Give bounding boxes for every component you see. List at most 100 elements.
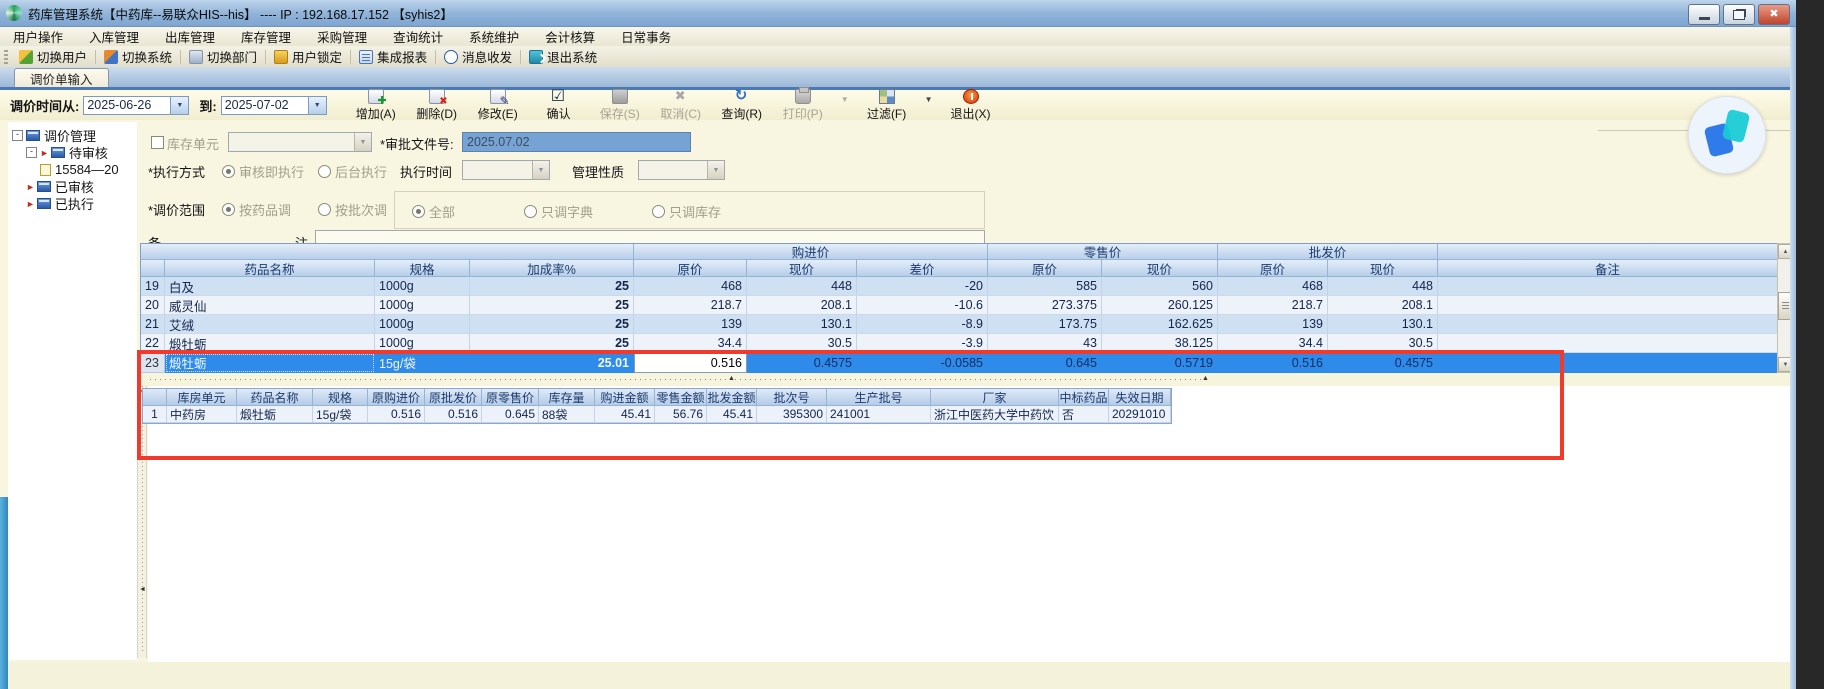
grid-cell[interactable]: 25.01	[470, 353, 634, 373]
grid-cell[interactable]: 130.1	[1328, 315, 1438, 334]
approval-no-field[interactable]: 2025.07.02	[462, 132, 691, 152]
grid-cell[interactable]: 218.7	[1218, 296, 1328, 315]
switch-user-button[interactable]: 切换用户	[12, 47, 94, 66]
exit-system-button[interactable]: 退出系统	[522, 47, 604, 66]
grid-cell[interactable]: -0.0585	[857, 353, 988, 373]
switch-dept-button[interactable]: 切换部门	[182, 47, 264, 66]
grid-cell[interactable]: 中药房	[167, 406, 237, 423]
grid-cell[interactable]: 20291010	[1109, 406, 1171, 423]
grid-cell[interactable]: 43	[988, 334, 1102, 353]
grid-cell[interactable]: 30.5	[747, 334, 857, 353]
grid-cell[interactable]: 45.41	[595, 406, 655, 423]
grid-cell[interactable]: 260.125	[1102, 296, 1218, 315]
grid-cell[interactable]: 0.4575	[1328, 353, 1438, 373]
grid-cell[interactable]: 208.1	[747, 296, 857, 315]
close-button[interactable]: ✖	[1758, 4, 1790, 25]
grid-cell[interactable]: 130.1	[747, 315, 857, 334]
grid-cell[interactable]: 88袋	[539, 406, 595, 423]
grid-cell[interactable]: 煅牡蛎	[237, 406, 313, 423]
delete-button[interactable]: 删除(D)	[414, 88, 460, 122]
date-to-dropdown-icon[interactable]	[308, 95, 327, 115]
table-row[interactable]: 21 艾绒 1000g 25 139 130.1 -8.9 173.75 162.625 139 1…	[141, 315, 1778, 334]
exec-time-combo[interactable]	[462, 160, 550, 180]
grid-cell[interactable]: 0.516	[368, 406, 425, 423]
grid-cell[interactable]: 560	[1102, 277, 1218, 296]
stock-unit-combo[interactable]	[228, 132, 372, 152]
table-row[interactable]: 19 白及 1000g 25 468 448 -20 585 560 468 448	[141, 277, 1778, 296]
grid-cell[interactable]: 585	[988, 277, 1102, 296]
minimize-button[interactable]	[1688, 4, 1720, 25]
collapse-left-icon[interactable]	[139, 586, 146, 593]
horizontal-splitter[interactable]	[140, 373, 1792, 386]
grid-cell[interactable]: 395300	[757, 406, 827, 423]
restore-button[interactable]	[1723, 4, 1755, 25]
grid-cell[interactable]: 20	[141, 296, 165, 315]
grid-cell[interactable]	[1438, 296, 1778, 315]
grid-cell[interactable]: 浙江中医药大学中药饮	[931, 406, 1059, 423]
grid-cell[interactable]: 0.516	[634, 353, 747, 373]
grid-cell[interactable]: 0.645	[988, 353, 1102, 373]
message-button[interactable]: 消息收发	[437, 47, 519, 66]
add-button[interactable]: 增加(A)	[353, 88, 399, 122]
date-from-dropdown-icon[interactable]	[171, 95, 190, 115]
report-button[interactable]: 集成报表	[352, 47, 434, 66]
grid-cell[interactable]: 56.76	[655, 406, 707, 423]
grid-cell[interactable]: 34.4	[634, 334, 747, 353]
date-from-picker[interactable]: 2025-06-26	[83, 95, 190, 115]
grid-cell[interactable]: 煅牡蛎	[165, 334, 375, 353]
table-row[interactable]: 22 煅牡蛎 1000g 25 34.4 30.5 -3.9 43 38.125 34.4 30.5	[141, 334, 1778, 353]
grid-cell[interactable]: 468	[634, 277, 747, 296]
grid-cell[interactable]: 1000g	[375, 296, 470, 315]
grid-cell[interactable]	[1438, 334, 1778, 353]
grid-cell[interactable]: 448	[1328, 277, 1438, 296]
manage-type-combo[interactable]	[638, 160, 725, 180]
grid-cell[interactable]: 否	[1059, 406, 1109, 423]
grid-cell[interactable]	[1438, 353, 1778, 373]
menu-item[interactable]: 日常事务	[608, 27, 684, 46]
grid-cell[interactable]: 25	[470, 296, 634, 315]
grid-cell[interactable]: 15g/袋	[375, 353, 470, 373]
dropdown-arrow-icon[interactable]	[532, 161, 549, 179]
collapse-up-icon[interactable]	[728, 375, 735, 382]
grid-cell[interactable]: 208.1	[1328, 296, 1438, 315]
exit-button[interactable]: 退出(X)	[948, 88, 994, 122]
grid-cell[interactable]: 0.516	[425, 406, 482, 423]
grid-cell[interactable]	[1438, 277, 1778, 296]
grid-cell[interactable]: 威灵仙	[165, 296, 375, 315]
grid-cell[interactable]: 艾绒	[165, 315, 375, 334]
collapse-up-icon[interactable]	[1202, 375, 1209, 382]
grid-cell[interactable]: 0.645	[482, 406, 539, 423]
grid-cell[interactable]: 139	[1218, 315, 1328, 334]
dropdown-arrow-icon[interactable]	[354, 133, 371, 151]
grid-cell[interactable]: 448	[747, 277, 857, 296]
table-row[interactable]: 20 威灵仙 1000g 25 218.7 208.1 -10.6 273.375 260.12…	[141, 296, 1778, 315]
menu-item[interactable]: 入库管理	[76, 27, 152, 46]
filter-button[interactable]: 过滤(F)	[864, 88, 910, 122]
grid-cell[interactable]: 煅牡蛎	[165, 353, 375, 373]
grid-cell[interactable]: 139	[634, 315, 747, 334]
grid-cell[interactable]: 45.41	[707, 406, 757, 423]
grid-cell[interactable]: 22	[141, 334, 165, 353]
dropdown-arrow-icon[interactable]	[707, 161, 724, 179]
grid-cell[interactable]: -3.9	[857, 334, 988, 353]
grid-cell[interactable]: 38.125	[1102, 334, 1218, 353]
grid-cell[interactable]: 23	[141, 353, 165, 373]
menu-item[interactable]: 会计核算	[532, 27, 608, 46]
grid-cell[interactable]: 1	[143, 406, 167, 423]
grid-cell[interactable]: 30.5	[1328, 334, 1438, 353]
menu-item[interactable]: 系统维护	[456, 27, 532, 46]
user-lock-button[interactable]: 用户锁定	[267, 47, 349, 66]
confirm-button[interactable]: 确认	[536, 86, 582, 122]
grid-cell[interactable]: 0.5719	[1102, 353, 1218, 373]
menu-item[interactable]: 出库管理	[152, 27, 228, 46]
grid-cell[interactable]: 273.375	[988, 296, 1102, 315]
switch-system-button[interactable]: 切换系统	[97, 47, 179, 66]
grid-cell[interactable]: 19	[141, 277, 165, 296]
menu-item[interactable]: 查询统计	[380, 27, 456, 46]
grid-cell[interactable]: 173.75	[988, 315, 1102, 334]
query-button[interactable]: 查询(R)	[719, 86, 765, 122]
grid-cell[interactable]: 21	[141, 315, 165, 334]
grid-cell[interactable]: -8.9	[857, 315, 988, 334]
grid-cell[interactable]: 0.516	[1218, 353, 1328, 373]
grid-cell[interactable]: 1000g	[375, 315, 470, 334]
